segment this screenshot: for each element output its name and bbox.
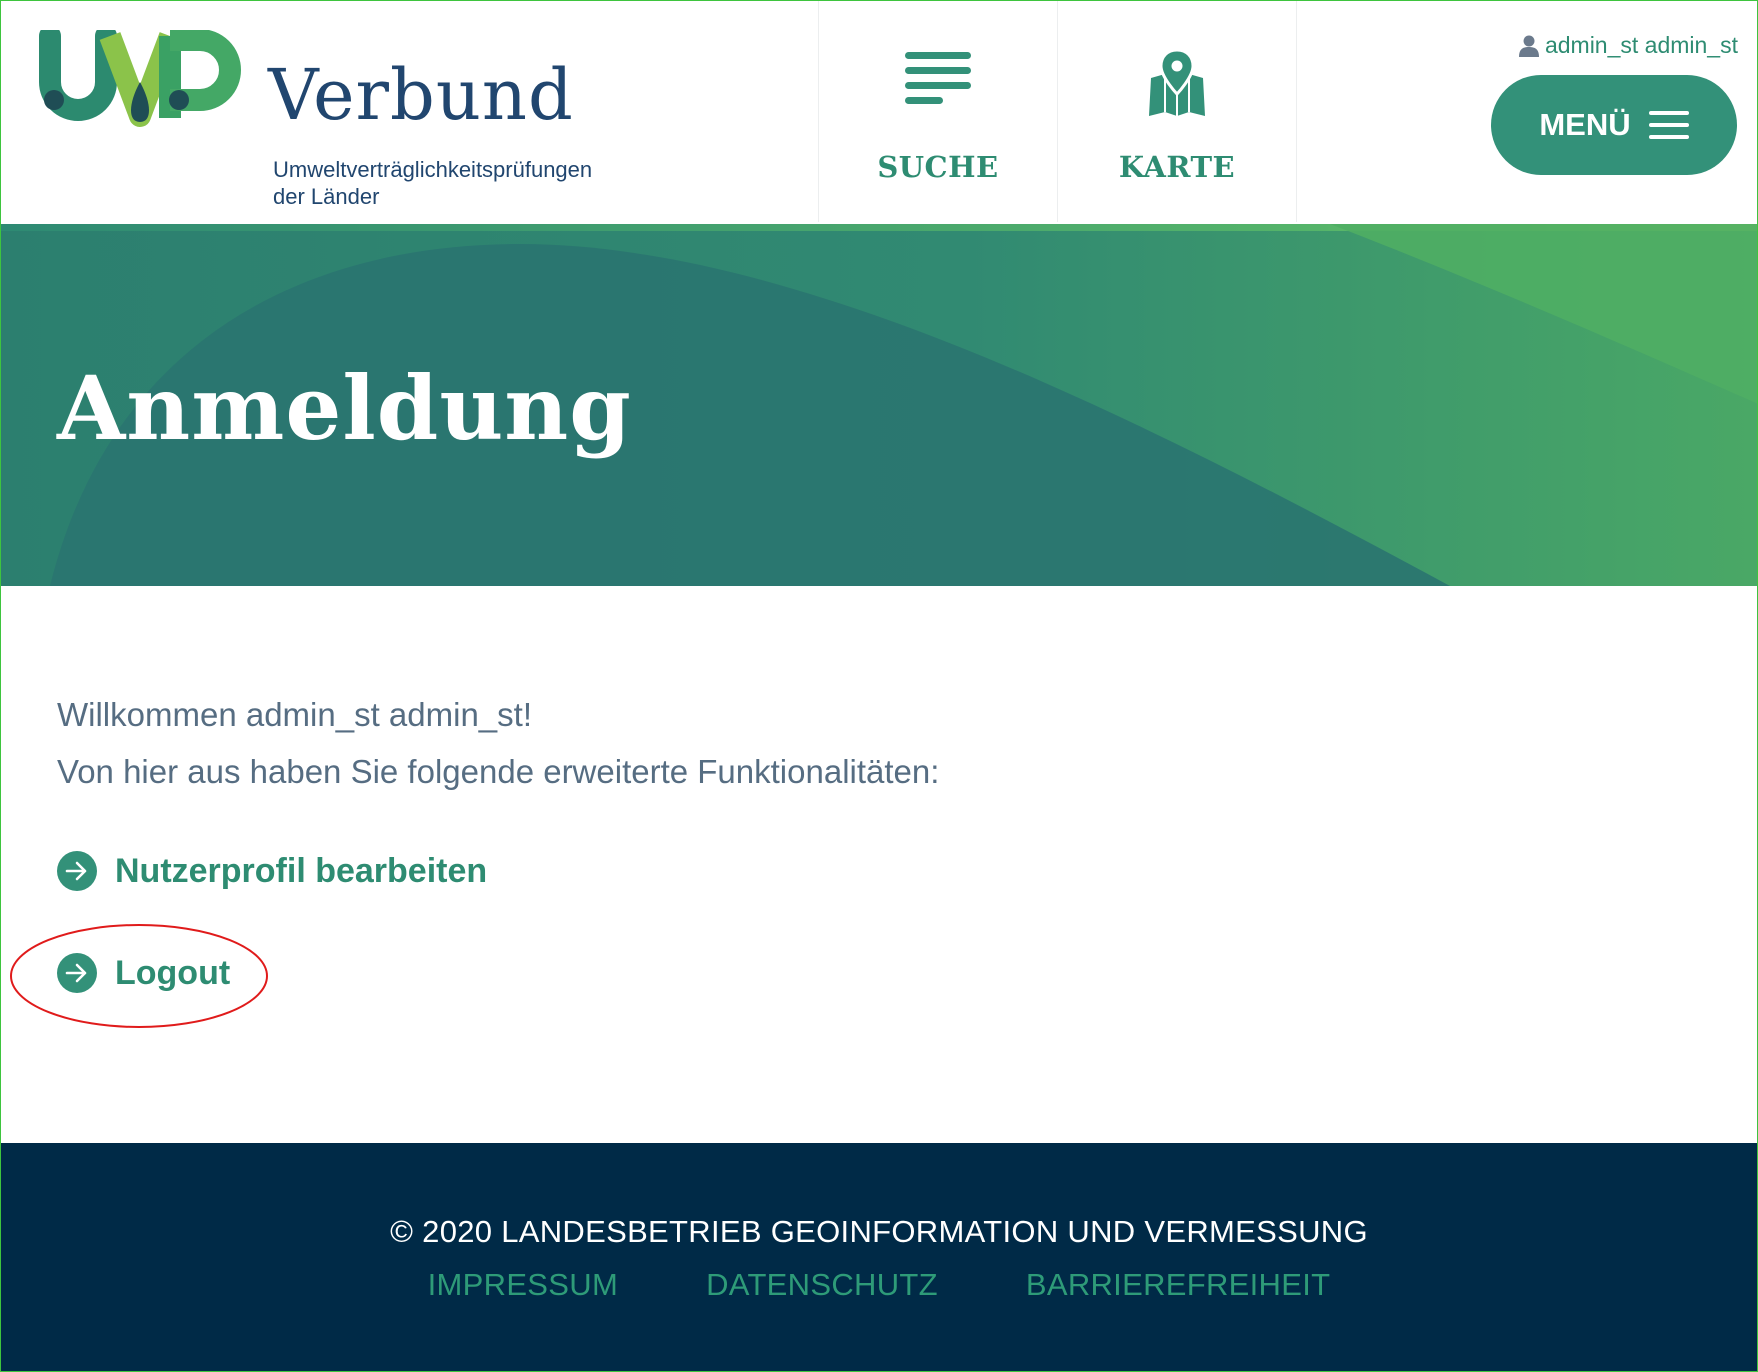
hamburger-icon: [1648, 111, 1689, 139]
nav-label-karte: KARTE: [1118, 150, 1236, 184]
copyright-text: © 2020 LANDESBETRIEB GEOINFORMATION UND …: [390, 1214, 1368, 1249]
brand-name: Verbund: [268, 54, 574, 136]
site-footer: © 2020 LANDESBETRIEB GEOINFORMATION UND …: [0, 1143, 1758, 1372]
menu-button-label: MENÜ: [1539, 107, 1631, 142]
edit-profile-link[interactable]: Nutzerprofil bearbeiten: [57, 851, 487, 891]
hero-banner: Anmeldung: [0, 224, 1758, 586]
logout-link[interactable]: Logout: [57, 953, 230, 993]
user-icon: [1518, 35, 1539, 57]
map-pin-icon: [1149, 50, 1205, 116]
nav-divider: [1296, 0, 1297, 222]
user-account-link[interactable]: admin_st admin_st: [1518, 32, 1738, 59]
uvp-logo-icon: [39, 30, 241, 127]
nav-item-karte[interactable]: KARTE: [1058, 0, 1296, 222]
user-name: admin_st admin_st: [1544, 32, 1738, 58]
edit-profile-label: Nutzerprofil bearbeiten: [115, 851, 488, 890]
footer-link-barrierefreiheit[interactable]: BARRIEREFREIHEIT: [1026, 1267, 1331, 1303]
footer-link-impressum[interactable]: IMPRESSUM: [428, 1267, 618, 1303]
page-title: Anmeldung: [57, 356, 632, 460]
logout-label: Logout: [115, 953, 231, 992]
list-lines-icon: [905, 52, 971, 104]
brand-subtitle-line2: der Länder: [273, 184, 380, 209]
brand-subtitle: Umweltverträglichkeitsprüfungen der Länd…: [273, 156, 592, 210]
nav-item-suche[interactable]: SUCHE: [819, 0, 1057, 222]
footer-nav: IMPRESSUM DATENSCHUTZ BARRIEREFREIHEIT: [0, 1267, 1758, 1303]
site-header: Verbund Umweltverträglichkeitsprüfungen …: [0, 0, 1758, 224]
arrow-right-circle-icon: [57, 851, 97, 891]
arrow-right-circle-icon: [57, 953, 97, 993]
menu-button[interactable]: MENÜ: [1491, 75, 1737, 175]
nav-label-suche: SUCHE: [877, 150, 999, 184]
site-logo[interactable]: Verbund Umweltverträglichkeitsprüfungen …: [24, 30, 644, 209]
welcome-text: Willkommen admin_st admin_st!: [57, 696, 532, 733]
intro-text: Willkommen admin_st admin_st! Von hier a…: [57, 686, 939, 800]
functions-text: Von hier aus haben Sie folgende erweiter…: [57, 753, 940, 790]
footer-link-datenschutz[interactable]: DATENSCHUTZ: [706, 1267, 938, 1303]
brand-subtitle-line1: Umweltverträglichkeitsprüfungen: [273, 157, 593, 182]
